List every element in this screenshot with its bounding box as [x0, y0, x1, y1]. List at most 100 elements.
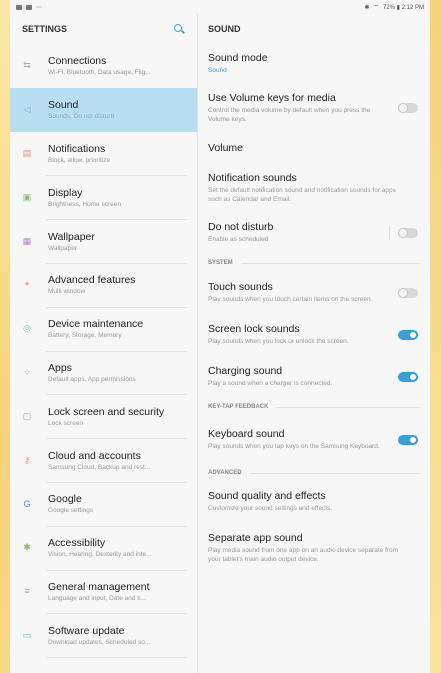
sound-mode-row[interactable]: Sound mode Sound	[198, 44, 430, 84]
tablet-screen: ⋯ ✱ ⌔ 72% ▮ 2:12 PM SETTINGS ⇆ Connection…	[10, 0, 430, 673]
settings-item-title: Cloud and accounts	[48, 449, 141, 462]
settings-item-text: Notifications Block, allow, prioritize	[48, 143, 110, 164]
wifi-icon: ⌔	[373, 5, 379, 11]
connections-icon: ⇆	[23, 60, 31, 71]
screen-lock-sounds-description: Play sounds when you lock or unlock the …	[208, 338, 349, 346]
switch-knob	[398, 228, 408, 238]
charging-sound-title: Charging sound	[208, 365, 283, 378]
settings-item-apps[interactable]: ⁘ Apps Default apps, App permissions	[10, 350, 197, 395]
settings-title: SETTINGS	[22, 24, 68, 34]
key-tap-feedback-section-label: KEY-TAP FEEDBACK	[198, 398, 430, 416]
settings-item-device-maintenance[interactable]: ◎ Device maintenance Battery, Storage, Mem…	[10, 306, 197, 351]
advanced-section-label: ADVANCED	[198, 464, 430, 482]
dnd-title: Do not disturb	[208, 221, 274, 234]
settings-item-subtitle: Multi window	[48, 288, 86, 296]
dnd-description: Enable as scheduled	[208, 236, 269, 244]
settings-item-accessibility[interactable]: ✱ Accessibility Vision, Hearing, Dexterity…	[10, 525, 197, 570]
advanced-features-icon: ✦	[23, 279, 31, 290]
settings-item-subtitle: Wallpaper	[48, 244, 78, 252]
settings-item-subtitle: Google settings	[48, 507, 94, 515]
keyboard-sound-text: Keyboard sound Play sounds when you tap …	[208, 428, 398, 452]
keyboard-sound-switch[interactable]	[398, 435, 418, 445]
settings-item-software-update[interactable]: ▭ Software update Download updates, Schedu…	[10, 613, 197, 657]
accessibility-icon: ✱	[23, 542, 31, 553]
sound-title: SOUND	[208, 24, 241, 34]
settings-item-title: Advanced features	[48, 274, 136, 287]
settings-item-general-management[interactable]: ≡ General management Language and input, D…	[10, 569, 197, 614]
gallery-notification-icon	[16, 4, 22, 10]
settings-item-lock-screen-and-security[interactable]: ▢ Lock screen and security Lock screen	[10, 394, 197, 438]
volume-keys-row[interactable]: Use Volume keys for media Control the me…	[198, 84, 430, 132]
settings-item-subtitle: Brightness, Home screen	[48, 200, 121, 208]
settings-header: SETTINGS	[10, 14, 197, 44]
sound-mode-title: Sound mode	[208, 52, 268, 65]
notification-sounds-text: Notification sounds Set the default noti…	[208, 172, 418, 205]
volume-keys-title: Use Volume keys for media	[208, 91, 336, 104]
sound-quality-description: Customize your sound settings and effect…	[208, 505, 333, 513]
settings-item-title: Sound	[48, 99, 79, 112]
settings-item-sound[interactable]: ◁ Sound Sounds, Do not disturb	[10, 87, 197, 132]
settings-item-title: General management	[48, 580, 150, 593]
row-divider	[389, 226, 390, 240]
notifications-icon: ▤	[22, 147, 32, 158]
settings-item-text: Device maintenance Battery, Storage, Memo…	[48, 318, 143, 339]
apps-icon: ⁘	[23, 366, 31, 377]
settings-pane: SETTINGS ⇆ Connections Wi-Fi, Bluetooth, D…	[10, 14, 198, 673]
keyboard-sound-description: Play sounds when you tap keys on the Sam…	[208, 443, 380, 451]
settings-item-cloud-and-accounts[interactable]: ⚷ Cloud and accounts Samsung Cloud, Backup…	[10, 438, 197, 482]
settings-item-subtitle: Default apps, App permissions	[48, 375, 136, 383]
separate-app-sound-row[interactable]: Separate app sound Play media sound from…	[198, 522, 430, 574]
settings-item-subtitle: Language and input, Date and ti...	[48, 594, 146, 602]
settings-item-text: General management Language and input, Da…	[48, 581, 150, 602]
settings-item-display[interactable]: ▣ Display Brightness, Home screen	[10, 175, 197, 219]
settings-item-notifications[interactable]: ▤ Notifications Block, allow, prioritize	[10, 132, 197, 176]
key-icon: ⚷	[23, 454, 31, 465]
notification-sounds-row[interactable]: Notification sounds Set the default noti…	[198, 164, 430, 212]
separate-app-sound-title: Separate app sound	[208, 531, 303, 544]
settings-item-text: Apps Default apps, App permissions	[48, 362, 136, 383]
screen-lock-sounds-text: Screen lock sounds Play sounds when you …	[208, 323, 398, 347]
charging-sound-switch[interactable]	[398, 372, 418, 382]
touch-sounds-row[interactable]: Touch sounds Play sounds when you touch …	[198, 272, 430, 314]
sound-icon: ◁	[23, 104, 31, 115]
switch-knob	[398, 288, 408, 298]
settings-item-title: Connections	[48, 55, 107, 68]
settings-item-connections[interactable]: ⇆ Connections Wi-Fi, Bluetooth, Data usage…	[10, 44, 197, 88]
settings-item-subtitle: Battery, Storage, Memory	[48, 332, 122, 340]
settings-item-title: Apps	[48, 361, 72, 374]
settings-item-title: Display	[48, 186, 83, 199]
screen-lock-sounds-row[interactable]: Screen lock sounds Play sounds when you …	[198, 314, 430, 356]
software-update-icon: ▭	[22, 629, 32, 640]
volume-keys-switch[interactable]	[398, 103, 418, 113]
volume-row[interactable]: Volume	[198, 132, 430, 164]
volume-title: Volume	[208, 142, 244, 154]
settings-notification-icon	[26, 4, 32, 10]
do-not-disturb-row[interactable]: Do not disturb Enable as scheduled	[198, 212, 430, 254]
system-section-label: SYSTEM	[198, 254, 430, 272]
charging-sound-text: Charging sound Play a sound when a charg…	[208, 365, 398, 389]
sound-quality-row[interactable]: Sound quality and effects Customize your…	[198, 482, 430, 522]
keyboard-sound-row[interactable]: Keyboard sound Play sounds when you tap …	[198, 416, 430, 464]
notification-sounds-description: Set the default notification sound and n…	[208, 186, 396, 203]
search-icon[interactable]	[173, 23, 185, 35]
settings-item-subtitle: Download updates, Scheduled so...	[48, 638, 151, 646]
settings-item-text: Lock screen and security Lock screen	[48, 406, 164, 427]
settings-item-title: Wallpaper	[48, 230, 95, 243]
settings-item-google[interactable]: G Google Google settings	[10, 481, 197, 526]
dnd-text: Do not disturb Enable as scheduled	[208, 221, 389, 245]
settings-item-advanced-features[interactable]: ✦ Advanced features Multi window	[10, 262, 197, 307]
switch-knob	[408, 330, 418, 340]
touch-sounds-switch[interactable]	[398, 288, 418, 298]
settings-item-about-tablet[interactable]: ◦About tablet	[10, 657, 197, 673]
settings-item-subtitle: Samsung Cloud, Backup and rest...	[48, 463, 151, 471]
settings-item-wallpaper[interactable]: ▦ Wallpaper Wallpaper	[10, 219, 197, 263]
sound-quality-title: Sound quality and effects	[208, 490, 326, 503]
settings-item-text: Accessibility Vision, Hearing, Dexterity …	[48, 537, 152, 558]
keyboard-sound-title: Keyboard sound	[208, 428, 285, 441]
charging-sound-row[interactable]: Charging sound Play a sound when a charg…	[198, 356, 430, 398]
charging-sound-description: Play a sound when a charger is connected…	[208, 380, 333, 388]
screen-lock-sounds-switch[interactable]	[398, 330, 418, 340]
settings-item-text: Software update Download updates, Schedul…	[48, 625, 150, 646]
notification-sounds-title: Notification sounds	[208, 171, 297, 184]
dnd-switch[interactable]	[398, 228, 418, 238]
